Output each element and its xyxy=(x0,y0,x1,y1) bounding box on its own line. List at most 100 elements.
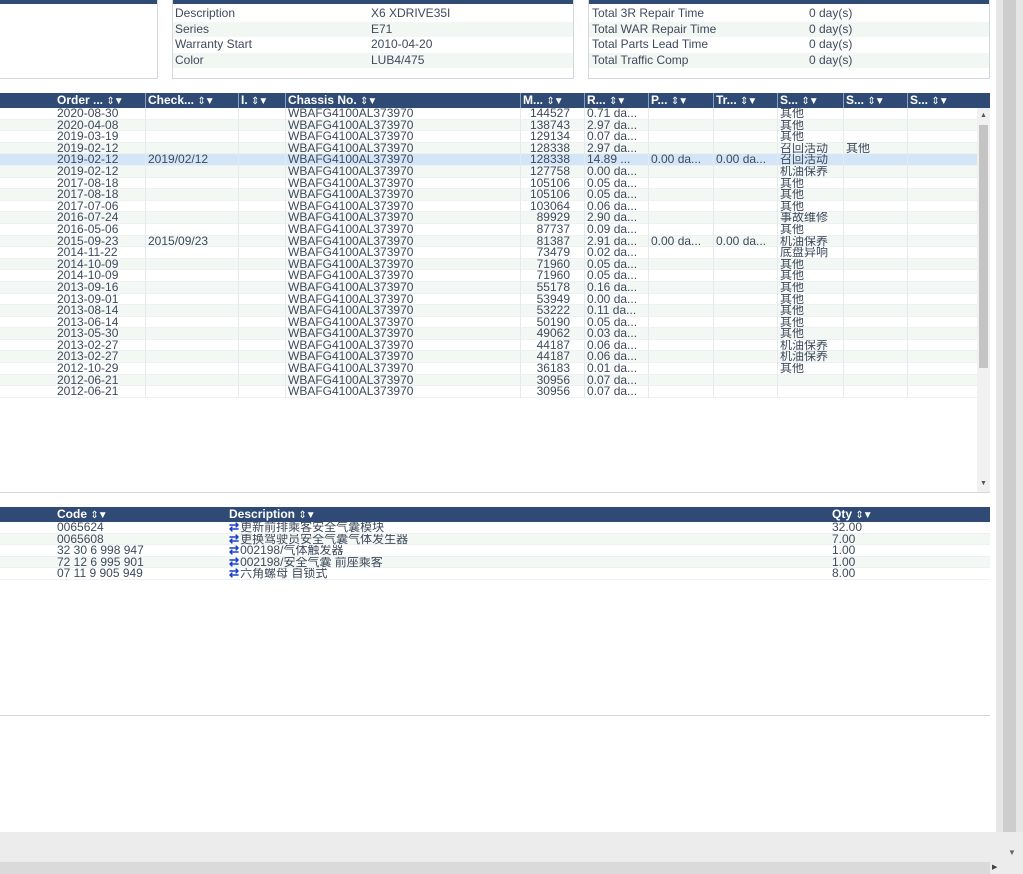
orders-column-header[interactable]: Check... ⇕▼ xyxy=(146,93,234,108)
orders-column-header[interactable]: M... ⇕▼ xyxy=(521,93,581,108)
part-row[interactable]: 0065624 ⇄更新前排乘客安全气囊模块 32.00 xyxy=(0,522,990,534)
order-row[interactable]: 2012-06-21 WBAFG4100AL373970 30956 0.07 da.… xyxy=(0,374,977,387)
orders-column-header[interactable]: Tr... ⇕▼ xyxy=(714,93,776,108)
order-row[interactable]: 2019-03-19 WBAFG4100AL373970 129134 0.07 da… xyxy=(0,131,977,144)
order-row[interactable]: 2013-02-27 WBAFG4100AL373970 44187 0.06 da.… xyxy=(0,339,977,352)
order-cell: 53949 xyxy=(536,293,570,306)
cell-separator xyxy=(648,131,649,144)
parts-column-header[interactable]: Code ⇕▼ xyxy=(55,507,220,522)
cell-separator xyxy=(843,189,844,202)
cell-separator xyxy=(713,363,714,376)
order-row[interactable]: 2016-05-06 WBAFG4100AL373970 87737 0.09 da.… xyxy=(0,223,977,236)
cell-separator xyxy=(713,119,714,132)
order-cell: 144527 xyxy=(529,108,570,120)
order-row[interactable]: 2017-08-18 WBAFG4100AL373970 105106 0.05 da… xyxy=(0,189,977,202)
parts-column-header[interactable]: Qty ⇕▼ xyxy=(830,507,910,522)
order-row[interactable]: 2014-10-09 WBAFG4100AL373970 71960 0.05 da.… xyxy=(0,270,977,283)
order-row[interactable]: 2012-06-21 WBAFG4100AL373970 30956 0.07 da.… xyxy=(0,386,977,399)
scrollbar-thumb[interactable] xyxy=(979,125,988,368)
order-row[interactable]: 2019-02-12 2019/02/12 WBAFG4100AL373970 128… xyxy=(0,154,977,167)
orders-column-header[interactable]: Order ... ⇕▼ xyxy=(55,93,143,108)
orders-column-header[interactable]: S... ⇕▼ xyxy=(778,93,840,108)
orders-column-header[interactable]: P... ⇕▼ xyxy=(649,93,711,108)
order-cell: WBAFG4100AL373970 xyxy=(288,165,414,178)
order-row[interactable]: 2020-04-08 WBAFG4100AL373970 138743 2.97 da… xyxy=(0,119,977,132)
swap-arrows-icon[interactable]: ⇄ xyxy=(229,568,239,580)
sort-filter-icon[interactable]: ⇕▼ xyxy=(801,96,818,107)
cell-separator xyxy=(238,212,239,225)
order-row[interactable]: 2012-10-29 WBAFG4100AL373970 36183 0.01 da.… xyxy=(0,363,977,376)
sort-filter-icon[interactable]: ⇕▼ xyxy=(740,96,757,107)
sort-filter-icon[interactable]: ⇕▼ xyxy=(360,96,377,107)
cell-separator xyxy=(584,339,585,352)
order-row[interactable]: 2020-08-30 WBAFG4100AL373970 144527 0.71 da… xyxy=(0,108,977,120)
order-cell: 127758 xyxy=(529,165,570,178)
orders-column-header[interactable]: I. ⇕▼ xyxy=(239,93,283,108)
sort-filter-icon[interactable]: ⇕▼ xyxy=(197,96,214,107)
sort-filter-icon[interactable]: ⇕▼ xyxy=(671,96,688,107)
order-cell: 0.71 da... xyxy=(587,108,638,120)
cell-separator xyxy=(648,386,649,399)
parts-column-header[interactable]: Description ⇕▼ xyxy=(227,507,787,522)
sort-filter-icon[interactable]: ⇕▼ xyxy=(546,96,563,107)
sort-filter-icon[interactable]: ⇕▼ xyxy=(931,96,948,107)
swap-arrows-icon[interactable]: ⇄ xyxy=(229,534,239,546)
orders-column-header[interactable]: S... ⇕▼ xyxy=(908,93,970,108)
part-row[interactable]: 0065608 ⇄更换驾驶员安全气囊气体发生器 7.00 xyxy=(0,533,990,546)
orders-column-header[interactable]: S... ⇕▼ xyxy=(844,93,906,108)
order-cell: 2016-05-06 xyxy=(57,223,119,236)
window-horizontal-scrollbar[interactable] xyxy=(0,862,990,874)
orders-column-header[interactable]: R... ⇕▼ xyxy=(585,93,647,108)
scroll-down-arrow-icon[interactable]: ▼ xyxy=(977,478,990,490)
order-row[interactable]: 2013-06-14 WBAFG4100AL373970 50190 0.05 da.… xyxy=(0,316,977,329)
window-scrollbar-thumb[interactable] xyxy=(1003,0,1016,832)
scroll-right-arrow-icon[interactable]: ▶ xyxy=(992,863,997,871)
part-row[interactable]: 07 11 9 905 949 ⇄六角螺母 自锁式 8.00 xyxy=(0,568,990,580)
column-header-label: M... xyxy=(523,93,543,107)
window-vertical-scrollbar[interactable] xyxy=(996,0,1023,832)
cell-separator xyxy=(520,305,521,318)
scroll-down-arrow-icon[interactable]: ▼ xyxy=(1008,848,1016,857)
orders-column-header[interactable]: Chassis No. ⇕▼ xyxy=(286,93,518,108)
order-cell: 机油保养 xyxy=(780,339,829,352)
part-row[interactable]: 72 12 6 995 901 ⇄002198/安全气囊 前座乘客 1.00 xyxy=(0,556,990,569)
order-row[interactable]: 2014-11-22 WBAFG4100AL373970 73479 0.02 da.… xyxy=(0,247,977,260)
order-row[interactable]: 2013-09-01 WBAFG4100AL373970 53949 0.00 da.… xyxy=(0,293,977,306)
orders-scrollbar[interactable]: ▲ ▼ xyxy=(977,108,990,492)
swap-arrows-icon[interactable]: ⇄ xyxy=(229,522,239,534)
order-row[interactable]: 2019-02-12 WBAFG4100AL373970 127758 0.00 da… xyxy=(0,165,977,178)
sort-filter-icon[interactable]: ⇕▼ xyxy=(855,510,872,521)
sort-filter-icon[interactable]: ⇕▼ xyxy=(298,510,315,521)
order-row[interactable]: 2013-02-27 WBAFG4100AL373970 44187 0.06 da.… xyxy=(0,351,977,364)
order-cell: WBAFG4100AL373970 xyxy=(288,339,414,352)
order-row[interactable]: 2013-09-16 WBAFG4100AL373970 55178 0.16 da.… xyxy=(0,281,977,294)
parts-grid-body[interactable]: 0065624 ⇄更新前排乘客安全气囊模块 32.00 0065608 ⇄更换驾驶员安全… xyxy=(0,522,990,715)
cell-separator xyxy=(843,339,844,352)
order-row[interactable]: 2014-10-09 WBAFG4100AL373970 71960 0.05 da.… xyxy=(0,258,977,271)
order-row[interactable]: 2017-07-06 WBAFG4100AL373970 103064 0.06 da… xyxy=(0,200,977,213)
order-row[interactable]: 2013-08-14 WBAFG4100AL373970 53222 0.11 da.… xyxy=(0,305,977,318)
order-cell: 2012-06-21 xyxy=(57,374,119,387)
cell-separator xyxy=(777,363,778,376)
scroll-up-arrow-icon[interactable]: ▲ xyxy=(977,110,990,122)
order-cell: 44187 xyxy=(536,351,570,364)
order-row[interactable]: 2019-02-12 WBAFG4100AL373970 128338 2.97 da… xyxy=(0,142,977,155)
cell-separator xyxy=(777,305,778,318)
column-header-label: P... xyxy=(651,93,668,107)
part-row[interactable]: 32 30 6 998 947 ⇄002198/气体触发器 1.00 xyxy=(0,545,990,557)
vehicle-info-panel: Description X6 XDRIVE35I Series E71 Warranty… xyxy=(172,0,574,79)
swap-arrows-icon[interactable]: ⇄ xyxy=(229,557,239,569)
order-row[interactable]: 2017-08-18 WBAFG4100AL373970 105106 0.05 da… xyxy=(0,177,977,190)
order-cell: 129134 xyxy=(529,131,570,143)
orders-grid-body[interactable]: 2020-08-30 WBAFG4100AL373970 144527 0.71 da… xyxy=(0,108,977,492)
order-row[interactable]: 2016-07-24 WBAFG4100AL373970 89929 2.90 da.… xyxy=(0,212,977,225)
sort-filter-icon[interactable]: ⇕▼ xyxy=(90,510,107,521)
swap-arrows-icon[interactable]: ⇄ xyxy=(229,545,239,557)
order-row[interactable]: 2015-09-23 2015/09/23 WBAFG4100AL373970 813… xyxy=(0,235,977,248)
sort-filter-icon[interactable]: ⇕▼ xyxy=(106,96,123,107)
sort-filter-icon[interactable]: ⇕▼ xyxy=(609,96,626,107)
sort-filter-icon[interactable]: ⇕▼ xyxy=(867,96,884,107)
order-row[interactable]: 2013-05-30 WBAFG4100AL373970 49062 0.03 da.… xyxy=(0,328,977,341)
sort-filter-icon[interactable]: ⇕▼ xyxy=(251,96,268,107)
cell-separator xyxy=(584,212,585,225)
